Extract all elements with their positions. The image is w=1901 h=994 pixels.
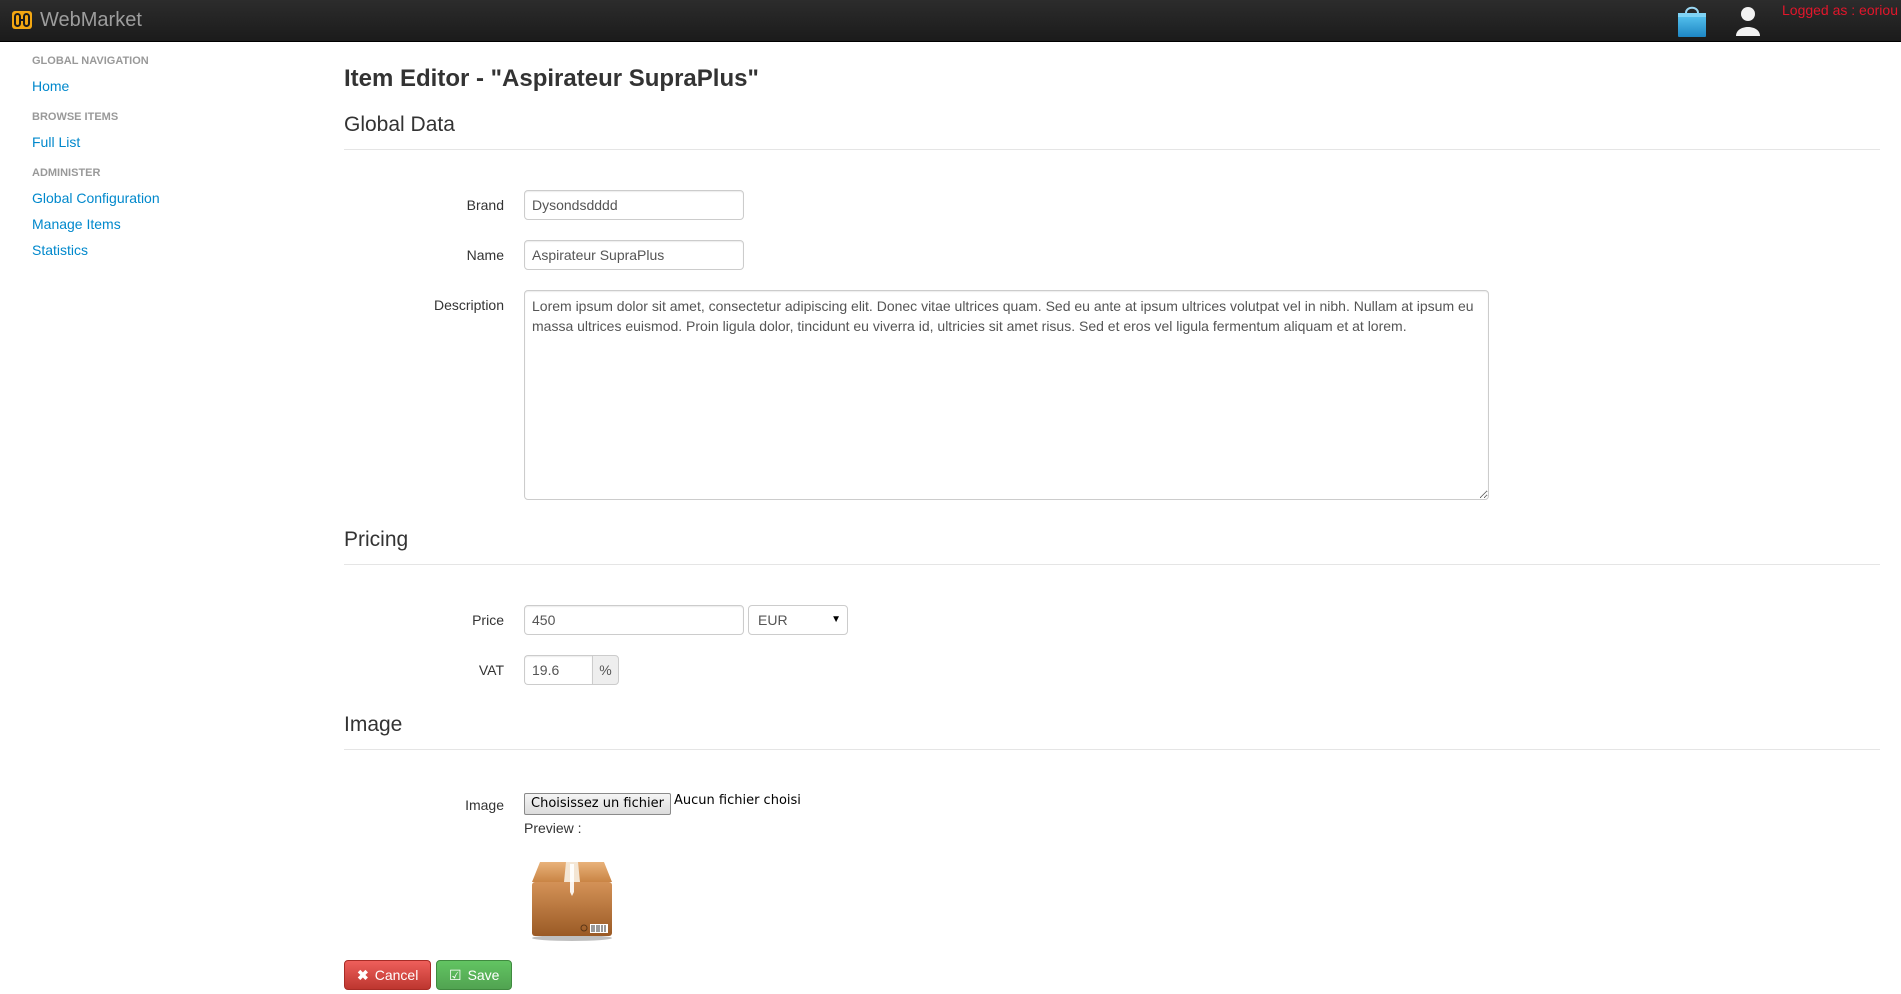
price-label: Price — [472, 612, 504, 628]
logged-as-text: Logged as : eoriou — [1782, 2, 1898, 18]
nav-header: BROWSE ITEMS — [32, 111, 119, 123]
user-icon[interactable] — [1733, 3, 1763, 37]
package-box-icon — [532, 862, 612, 941]
sidebar: GLOBAL NAVIGATION Home BROWSE ITEMS Full… — [32, 42, 292, 274]
currency-select[interactable]: EUR ▼ — [748, 605, 848, 635]
chevron-down-icon: ▼ — [831, 614, 841, 625]
nav-header: ADMINISTER — [32, 167, 101, 179]
brand-label: Brand — [466, 197, 504, 213]
save-button[interactable]: ☑ Save — [436, 960, 513, 990]
shopping-bag-icon[interactable] — [1675, 3, 1709, 37]
pricing-section: Pricing Price EUR ▼ VAT % — [344, 526, 1880, 685]
section-title-pricing: Pricing — [344, 526, 1880, 565]
price-input[interactable] — [524, 605, 744, 635]
form-actions: ✖ Cancel ☑ Save — [344, 960, 1880, 994]
vat-label: VAT — [478, 662, 504, 678]
cancel-button[interactable]: ✖ Cancel — [344, 960, 432, 990]
top-navbar: WebMarket Logged as : eoriou — [0, 0, 1901, 42]
file-status-text: Aucun fichier choisi — [674, 793, 801, 808]
name-label: Name — [466, 247, 504, 263]
sidebar-item-home[interactable]: Home — [32, 76, 292, 96]
times-icon: ✖ — [357, 966, 369, 983]
nav-group-administer: ADMINISTER Global Configuration Manage I… — [32, 166, 292, 260]
name-input[interactable] — [524, 240, 744, 270]
currency-selected-value: EUR — [758, 612, 788, 628]
image-row: Image Choisissez un fichier Aucun fichie… — [344, 790, 1880, 950]
nav-group-global: GLOBAL NAVIGATION Home — [32, 54, 292, 96]
name-row: Name — [344, 240, 1880, 270]
vat-row: VAT % — [344, 655, 1880, 685]
brand-input[interactable] — [524, 190, 744, 220]
cancel-button-label: Cancel — [374, 967, 419, 983]
brand-name: WebMarket — [40, 8, 142, 31]
description-label: Description — [433, 297, 504, 313]
page-title: Item Editor - "Aspirateur SupraPlus" — [344, 65, 759, 92]
description-textarea[interactable]: Lorem ipsum dolor sit amet, consectetur … — [524, 290, 1489, 500]
description-row: Description Lorem ipsum dolor sit amet, … — [344, 290, 1880, 500]
sidebar-item-global-configuration[interactable]: Global Configuration — [32, 188, 292, 208]
save-button-label: Save — [467, 967, 500, 983]
main-content: Item Editor - "Aspirateur SupraPlus" Glo… — [344, 42, 1880, 994]
image-section: Image Image Choisissez un fichier Aucun … — [344, 711, 1880, 950]
section-title-image: Image — [344, 711, 1880, 750]
preview-label: Preview : — [524, 820, 582, 836]
nav-header: GLOBAL NAVIGATION — [32, 55, 149, 67]
brand-row: Brand — [344, 190, 1880, 220]
sidebar-item-statistics[interactable]: Statistics — [32, 240, 292, 260]
vat-input[interactable] — [524, 655, 592, 685]
brand-link[interactable]: WebMarket — [12, 0, 142, 40]
price-row: Price EUR ▼ — [344, 605, 1880, 635]
section-title-global-data: Global Data — [344, 111, 1880, 150]
sidebar-item-manage-items[interactable]: Manage Items — [32, 214, 292, 234]
nav-group-browse: BROWSE ITEMS Full List — [32, 110, 292, 152]
global-data-section: Global Data Brand Name Description Lorem… — [344, 111, 1880, 500]
webmarket-logo-icon — [12, 11, 32, 29]
vat-percent-addon: % — [592, 655, 619, 685]
check-square-icon: ☑ — [449, 966, 462, 983]
image-label: Image — [465, 797, 504, 813]
sidebar-item-full-list[interactable]: Full List — [32, 132, 292, 152]
choose-file-button[interactable]: Choisissez un fichier — [524, 793, 671, 815]
